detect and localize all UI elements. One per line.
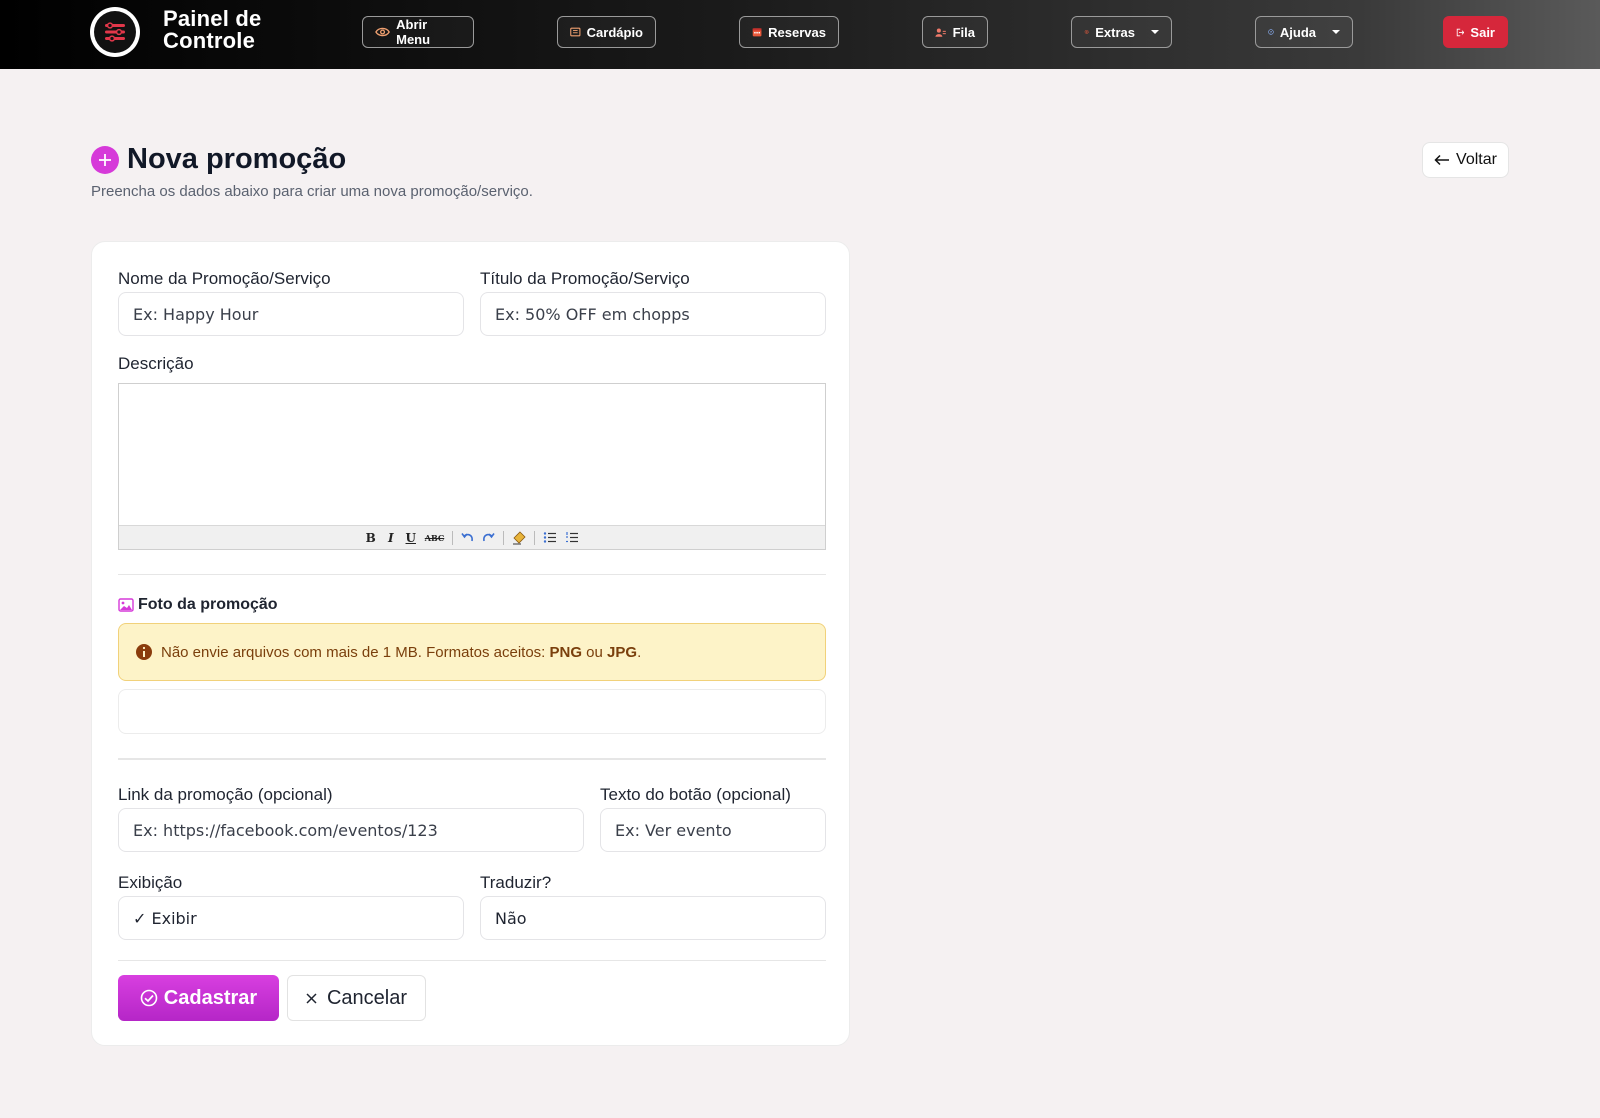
button-text-input[interactable]: Ex: Ver evento	[600, 808, 826, 852]
chevron-down-icon	[1151, 30, 1159, 34]
brand-title: Painel de Controle	[163, 6, 262, 53]
plus-circle-icon	[91, 146, 119, 174]
menu-book-icon	[570, 27, 581, 37]
photo-file-input[interactable]	[118, 689, 826, 734]
section-divider	[118, 574, 826, 575]
submit-button[interactable]: Cadastrar	[118, 975, 279, 1021]
toolbar-separator	[452, 530, 454, 545]
section-divider	[118, 758, 826, 760]
nav-label: Cardápio	[586, 24, 643, 40]
translate-select[interactable]: Não	[480, 896, 826, 940]
undo-icon[interactable]	[461, 530, 474, 546]
photo-label: Foto da promoção	[138, 596, 278, 613]
promotion-form-card: Nome da Promoção/Serviço Ex: Happy Hour …	[91, 241, 850, 1046]
alert-text: Não envie arquivos com mais de 1 MB. For…	[161, 644, 641, 661]
eye-icon	[375, 27, 390, 37]
brand-logo[interactable]	[90, 7, 140, 57]
nav-cardapio-button[interactable]: Cardápio	[557, 16, 656, 48]
toolbar-separator	[503, 530, 505, 545]
translate-label: Traduzir?	[480, 873, 552, 892]
page-title: Nova promoção	[127, 143, 347, 175]
title-input[interactable]: Ex: 50% OFF em chopps	[480, 292, 826, 336]
link-label: Link da promoção (opcional)	[118, 785, 333, 804]
display-select[interactable]: ✓ Exibir	[118, 896, 464, 940]
cancel-button[interactable]: Cancelar	[287, 975, 426, 1021]
alert-format-png: PNG	[549, 643, 583, 661]
nav-label: Abrir Menu	[396, 17, 431, 47]
nav-label: Extras	[1095, 24, 1135, 40]
gear-icon	[1084, 30, 1089, 34]
back-label: Voltar	[1456, 151, 1497, 168]
users-icon	[935, 28, 946, 37]
nav-label: Ajuda	[1279, 24, 1316, 40]
menu-lines-icon	[105, 22, 125, 42]
close-icon	[306, 992, 317, 1004]
photo-section-title: Foto da promoção	[118, 596, 278, 614]
nav-label: Sair	[1470, 24, 1495, 40]
svg-text:?: ?	[1270, 30, 1272, 34]
editor-toolbar: B I U ABC	[119, 525, 825, 549]
bold-button[interactable]: B	[365, 530, 377, 546]
top-navbar: Painel de Controle Abrir Menu Cardápio R…	[0, 0, 1600, 69]
nav-label: Reservas	[768, 24, 826, 40]
alert-or: ou	[582, 643, 608, 661]
alert-end: .	[637, 643, 642, 661]
name-label: Nome da Promoção/Serviço	[118, 269, 331, 288]
check-circle-icon	[140, 989, 158, 1007]
bullet-list-icon[interactable]	[543, 530, 557, 546]
nav-fila-button[interactable]: Fila	[922, 16, 988, 48]
description-label: Descrição	[118, 354, 194, 373]
back-button[interactable]: Voltar	[1422, 142, 1509, 178]
page-subtitle: Preencha os dados abaixo para criar uma …	[91, 183, 533, 200]
button-text-label: Texto do botão (opcional)	[600, 785, 791, 804]
alert-format-jpg: JPG	[607, 643, 638, 661]
numbered-list-icon[interactable]	[565, 530, 579, 546]
image-icon	[118, 598, 134, 612]
name-input[interactable]: Ex: Happy Hour	[118, 292, 464, 336]
display-label: Exibição	[118, 873, 183, 892]
logout-icon	[1456, 28, 1465, 36]
arrow-left-icon	[1434, 154, 1450, 166]
nav-ajuda-dropdown[interactable]: ? Ajuda	[1255, 16, 1353, 48]
underline-button[interactable]: U	[405, 530, 417, 546]
calendar-icon	[752, 28, 762, 37]
help-circle-icon: ?	[1268, 29, 1274, 35]
description-editor[interactable]: B I U ABC	[118, 383, 826, 550]
nav-reservas-button[interactable]: Reservas	[739, 16, 839, 48]
link-input[interactable]: Ex: https://facebook.com/eventos/123	[118, 808, 584, 852]
title-label: Título da Promoção/Serviço	[480, 269, 690, 288]
nav-sair-button[interactable]: Sair	[1443, 16, 1508, 48]
section-divider	[118, 960, 826, 961]
clear-format-icon[interactable]	[512, 530, 526, 546]
redo-icon[interactable]	[482, 530, 495, 546]
nav-abrir-menu-button[interactable]: Abrir Menu	[362, 16, 474, 48]
info-icon	[136, 644, 152, 660]
file-size-alert: Não envie arquivos com mais de 1 MB. For…	[118, 623, 826, 681]
toolbar-separator	[534, 530, 536, 545]
nav-extras-dropdown[interactable]: Extras	[1071, 16, 1172, 48]
submit-label: Cadastrar	[163, 986, 258, 1009]
italic-button[interactable]: I	[385, 530, 397, 546]
chevron-down-icon	[1332, 30, 1340, 34]
alert-message: Não envie arquivos com mais de 1 MB. For…	[161, 643, 550, 661]
strikethrough-button[interactable]: ABC	[425, 530, 444, 546]
cancel-label: Cancelar	[326, 986, 408, 1009]
nav-label: Fila	[952, 24, 975, 40]
